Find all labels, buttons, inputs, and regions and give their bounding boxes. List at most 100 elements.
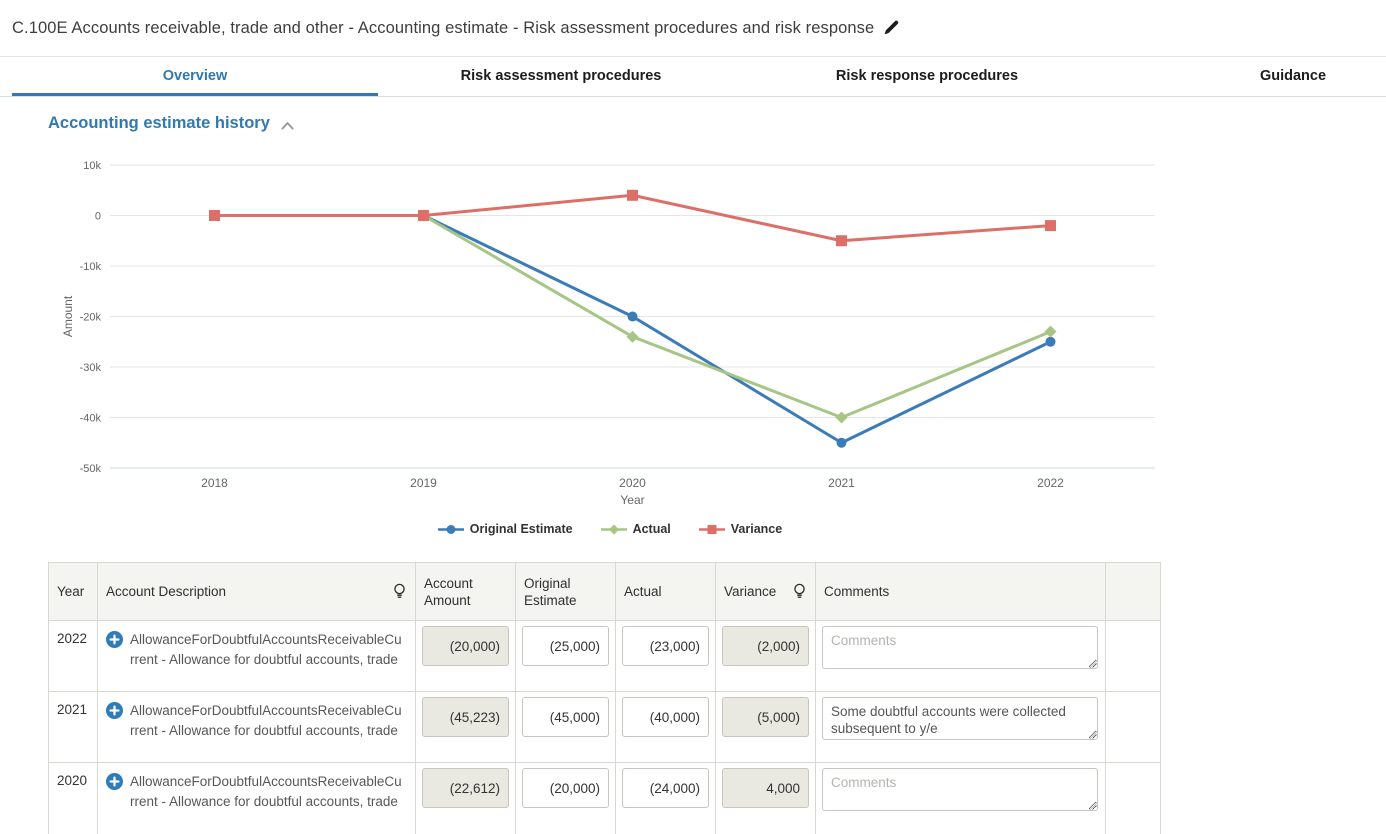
comments-textarea[interactable]	[822, 768, 1098, 811]
tab-risk-response-procedures[interactable]: Risk response procedures	[744, 58, 1110, 96]
original-estimate-cell	[516, 763, 616, 834]
data-point-circle	[837, 438, 847, 448]
y-axis-title: Amount	[61, 295, 75, 337]
tab-guidance[interactable]: Guidance	[1110, 58, 1386, 96]
header-variance: Variance	[716, 563, 816, 621]
year-value: 2022	[57, 631, 87, 646]
chart-legend: Original Estimate Actual Variance	[60, 519, 1160, 539]
account-amount-cell	[416, 621, 516, 692]
section-title: Accounting estimate history	[48, 114, 270, 133]
account-amount-cell	[416, 763, 516, 834]
data-point-square	[836, 235, 847, 246]
year-cell: 2021	[49, 692, 98, 763]
header-original-estimate-label: Original Estimate	[524, 575, 607, 609]
tab-risk-assessment-procedures[interactable]: Risk assessment procedures	[378, 58, 744, 96]
variance-cell	[716, 621, 816, 692]
data-point-square	[627, 190, 638, 201]
chevron-up-icon	[280, 120, 295, 131]
row-spacer-cell	[1106, 692, 1160, 763]
plus-circle-icon	[106, 631, 123, 648]
data-point-circle	[1046, 337, 1056, 347]
legend-marker-icon	[601, 523, 627, 536]
header-account-description: Account Description	[98, 563, 416, 621]
x-axis-title: Year	[620, 493, 644, 507]
table-row: 2022 AllowanceForDoubtfulAccountsReceiva…	[49, 621, 1160, 692]
section-header: Accounting estimate history	[48, 114, 295, 133]
original-estimate-cell	[516, 692, 616, 763]
expand-account-button[interactable]	[106, 773, 123, 790]
comments-cell	[816, 621, 1106, 692]
x-tick-label: 2018	[201, 476, 228, 490]
variance-cell	[716, 692, 816, 763]
year-cell: 2022	[49, 621, 98, 692]
actual-cell	[616, 763, 716, 834]
y-tick-label: 0	[95, 211, 101, 223]
collapse-section-button[interactable]	[280, 117, 295, 131]
tab-guidance-label: Guidance	[1260, 68, 1326, 84]
y-tick-label: -40k	[80, 413, 102, 425]
account-description: AllowanceForDoubtfulAccountsReceivableCu…	[130, 772, 405, 812]
lightbulb-icon	[792, 583, 807, 600]
account-description: AllowanceForDoubtfulAccountsReceivableCu…	[130, 701, 405, 741]
x-tick-label: 2019	[410, 476, 437, 490]
data-point-square	[209, 210, 220, 221]
y-tick-label: -50k	[80, 463, 102, 475]
account-amount-input	[422, 768, 509, 808]
tab-risk-assessment-label: Risk assessment procedures	[461, 68, 662, 84]
legend-item-variance[interactable]: Variance	[699, 522, 782, 536]
tab-overview[interactable]: Overview	[12, 58, 378, 96]
header-year-label: Year	[57, 583, 84, 600]
year-value: 2020	[57, 773, 87, 788]
actual-cell	[616, 621, 716, 692]
original-estimate-input[interactable]	[522, 626, 609, 666]
row-spacer-cell	[1106, 763, 1160, 834]
page-title: C.100E Accounts receivable, trade and ot…	[12, 19, 874, 38]
workpaper-screen: C.100E Accounts receivable, trade and ot…	[0, 0, 1386, 834]
variance-input	[722, 626, 809, 666]
original-estimate-input[interactable]	[522, 768, 609, 808]
variance-guidance-button[interactable]	[792, 583, 807, 600]
data-point-diamond	[627, 331, 639, 343]
actual-input[interactable]	[622, 697, 709, 737]
legend-marker-icon	[699, 523, 725, 536]
header-comments-label: Comments	[824, 583, 889, 600]
original-estimate-cell	[516, 621, 616, 692]
account-description-cell: AllowanceForDoubtfulAccountsReceivableCu…	[98, 621, 416, 692]
variance-input	[722, 697, 809, 737]
data-point-square	[418, 210, 429, 221]
series-line	[215, 195, 1051, 240]
y-tick-label: -20k	[80, 312, 102, 324]
header-comments: Comments	[816, 563, 1106, 621]
legend-item-original-estimate[interactable]: Original Estimate	[438, 522, 573, 536]
plus-circle-icon	[106, 702, 123, 719]
edit-title-button[interactable]	[882, 19, 900, 37]
header-actual: Actual	[616, 563, 716, 621]
lightbulb-icon	[392, 583, 407, 600]
year-value: 2021	[57, 702, 87, 717]
header-actual-label: Actual	[624, 583, 662, 600]
table-row: 2020 AllowanceForDoubtfulAccountsReceiva…	[49, 763, 1160, 834]
actual-input[interactable]	[622, 768, 709, 808]
comments-cell	[816, 763, 1106, 834]
expand-account-button[interactable]	[106, 702, 123, 719]
legend-label: Variance	[731, 522, 782, 536]
account-description-guidance-button[interactable]	[392, 583, 407, 600]
account-amount-cell	[416, 692, 516, 763]
legend-item-actual[interactable]: Actual	[601, 522, 671, 536]
table-header-row: Year Account Description Account Amount …	[49, 563, 1160, 621]
variance-input	[722, 768, 809, 808]
header-account-amount-label: Account Amount	[424, 575, 507, 609]
account-description-cell: AllowanceForDoubtfulAccountsReceivableCu…	[98, 692, 416, 763]
comments-textarea[interactable]: Some doubtful accounts were collected su…	[822, 697, 1098, 740]
header-year: Year	[49, 563, 98, 621]
expand-account-button[interactable]	[106, 631, 123, 648]
actual-input[interactable]	[622, 626, 709, 666]
x-tick-label: 2022	[1037, 476, 1064, 490]
comments-textarea[interactable]	[822, 626, 1098, 669]
y-tick-label: -30k	[80, 362, 102, 374]
original-estimate-input[interactable]	[522, 697, 609, 737]
header-account-amount: Account Amount	[416, 563, 516, 621]
year-cell: 2020	[49, 763, 98, 834]
data-point-diamond	[1045, 326, 1057, 338]
plus-circle-icon	[106, 773, 123, 790]
